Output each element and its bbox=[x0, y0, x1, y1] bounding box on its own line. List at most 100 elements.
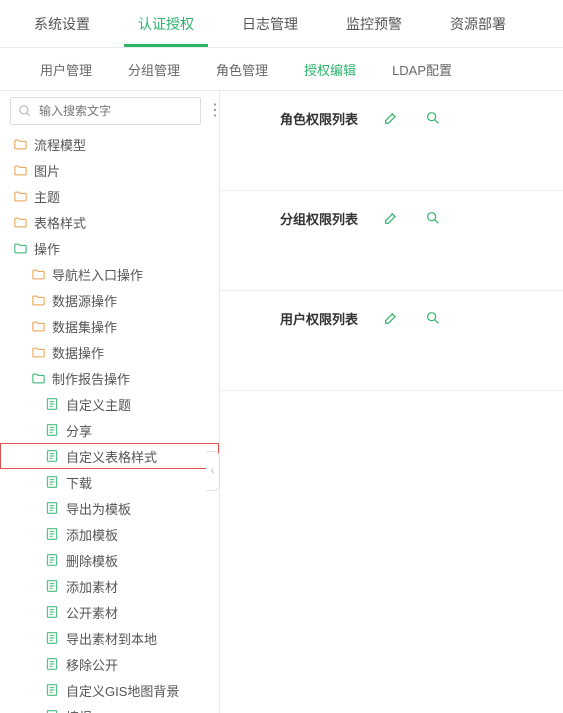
search-icon[interactable] bbox=[424, 209, 442, 227]
tree-folder[interactable]: 制作报告操作 bbox=[0, 365, 219, 391]
permission-block: 角色权限列表 bbox=[220, 91, 563, 191]
tree-item-label: 制作报告操作 bbox=[52, 369, 130, 388]
sub-tab-4[interactable]: LDAP配置 bbox=[392, 60, 452, 79]
tree-file[interactable]: 添加素材 bbox=[0, 573, 219, 599]
tree-item-label: 主题 bbox=[34, 187, 60, 206]
folder-closed-icon bbox=[12, 136, 28, 152]
edit-icon[interactable] bbox=[382, 209, 400, 227]
search-icon[interactable] bbox=[424, 309, 442, 327]
file-icon bbox=[44, 578, 60, 594]
search-box[interactable] bbox=[10, 97, 201, 125]
top-tab-0[interactable]: 系统设置 bbox=[20, 0, 104, 47]
tree-folder[interactable]: 操作 bbox=[0, 235, 219, 261]
tree-folder[interactable]: 数据操作 bbox=[0, 339, 219, 365]
more-icon[interactable]: ⋮ bbox=[207, 103, 223, 119]
tree-item-label: 填报 bbox=[66, 707, 92, 713]
tree-item-label: 图片 bbox=[34, 161, 60, 180]
tree-item-label: 数据集操作 bbox=[52, 317, 117, 336]
tree-item-label: 移除公开 bbox=[66, 655, 118, 674]
file-icon bbox=[44, 708, 60, 713]
folder-closed-icon bbox=[30, 292, 46, 308]
sub-tab-1[interactable]: 分组管理 bbox=[128, 60, 180, 79]
file-icon bbox=[44, 448, 60, 464]
file-icon bbox=[44, 396, 60, 412]
tree-folder[interactable]: 数据集操作 bbox=[0, 313, 219, 339]
tree-item-label: 导出素材到本地 bbox=[66, 629, 157, 648]
tree-folder[interactable]: 导航栏入口操作 bbox=[0, 261, 219, 287]
tree-folder[interactable]: 图片 bbox=[0, 157, 219, 183]
tree-item-label: 下载 bbox=[66, 473, 92, 492]
folder-closed-icon bbox=[12, 214, 28, 230]
sub-tab-0[interactable]: 用户管理 bbox=[40, 60, 92, 79]
tree-item-label: 导航栏入口操作 bbox=[52, 265, 143, 284]
tree-item-label: 公开素材 bbox=[66, 603, 118, 622]
tree-item-label: 自定义主题 bbox=[66, 395, 131, 414]
folder-closed-icon bbox=[12, 162, 28, 178]
tree-item-label: 流程模型 bbox=[34, 135, 86, 154]
tree-file[interactable]: 导出为模板 bbox=[0, 495, 219, 521]
file-icon bbox=[44, 422, 60, 438]
tree-item-label: 表格样式 bbox=[34, 213, 86, 232]
top-tab-4[interactable]: 资源部署 bbox=[436, 0, 520, 47]
permission-block: 用户权限列表 bbox=[220, 291, 563, 391]
edit-icon[interactable] bbox=[382, 309, 400, 327]
tree-item-label: 自定义GIS地图背景 bbox=[66, 681, 179, 700]
edit-icon[interactable] bbox=[382, 109, 400, 127]
tree-file[interactable]: 移除公开 bbox=[0, 651, 219, 677]
tree-file[interactable]: 自定义GIS地图背景 bbox=[0, 677, 219, 703]
top-tab-3[interactable]: 监控预警 bbox=[332, 0, 416, 47]
permission-title: 用户权限列表 bbox=[280, 309, 358, 328]
permission-title: 分组权限列表 bbox=[280, 209, 358, 228]
tree-file[interactable]: 分享 bbox=[0, 417, 219, 443]
sidebar: ⋮ 流程模型图片主题表格样式操作导航栏入口操作数据源操作数据集操作数据操作制作报… bbox=[0, 91, 220, 713]
content-panel: 角色权限列表分组权限列表用户权限列表 bbox=[220, 91, 563, 713]
tree-item-label: 数据操作 bbox=[52, 343, 104, 362]
file-icon bbox=[44, 552, 60, 568]
sub-tab-3[interactable]: 授权编辑 bbox=[304, 60, 356, 79]
tree-file[interactable]: 公开素材 bbox=[0, 599, 219, 625]
tree-folder[interactable]: 表格样式 bbox=[0, 209, 219, 235]
file-icon bbox=[44, 604, 60, 620]
tree-file[interactable]: 填报 bbox=[0, 703, 219, 713]
top-tabs: 系统设置认证授权日志管理监控预警资源部署 bbox=[0, 0, 563, 48]
tree-item-label: 添加素材 bbox=[66, 577, 118, 596]
file-icon bbox=[44, 526, 60, 542]
search-icon bbox=[17, 103, 33, 119]
tree-item-label: 数据源操作 bbox=[52, 291, 117, 310]
tree-file[interactable]: 自定义表格样式 bbox=[0, 443, 219, 469]
tree-file[interactable]: 下载 bbox=[0, 469, 219, 495]
tree-item-label: 删除模板 bbox=[66, 551, 118, 570]
file-icon bbox=[44, 500, 60, 516]
file-icon bbox=[44, 656, 60, 672]
search-input[interactable] bbox=[39, 104, 194, 118]
file-icon bbox=[44, 474, 60, 490]
folder-open-icon bbox=[30, 370, 46, 386]
tree-item-label: 操作 bbox=[34, 239, 60, 258]
tree-item-label: 分享 bbox=[66, 421, 92, 440]
tree-folder[interactable]: 主题 bbox=[0, 183, 219, 209]
top-tab-2[interactable]: 日志管理 bbox=[228, 0, 312, 47]
folder-closed-icon bbox=[30, 344, 46, 360]
tree-file[interactable]: 导出素材到本地 bbox=[0, 625, 219, 651]
tree-file[interactable]: 添加模板 bbox=[0, 521, 219, 547]
tree-folder[interactable]: 数据源操作 bbox=[0, 287, 219, 313]
permission-title: 角色权限列表 bbox=[280, 109, 358, 128]
tree-file[interactable]: 删除模板 bbox=[0, 547, 219, 573]
tree-item-label: 添加模板 bbox=[66, 525, 118, 544]
folder-closed-icon bbox=[30, 318, 46, 334]
top-tab-1[interactable]: 认证授权 bbox=[124, 0, 208, 47]
file-icon bbox=[44, 682, 60, 698]
sub-tab-2[interactable]: 角色管理 bbox=[216, 60, 268, 79]
folder-closed-icon bbox=[12, 188, 28, 204]
folder-open-icon bbox=[12, 240, 28, 256]
tree-item-label: 自定义表格样式 bbox=[66, 447, 157, 466]
folder-closed-icon bbox=[30, 266, 46, 282]
tree-item-label: 导出为模板 bbox=[66, 499, 131, 518]
sub-tabs: 用户管理 分组管理 角色管理 授权编辑 LDAP配置 bbox=[0, 48, 563, 90]
search-icon[interactable] bbox=[424, 109, 442, 127]
tree-folder[interactable]: 流程模型 bbox=[0, 131, 219, 157]
tree-file[interactable]: 自定义主题 bbox=[0, 391, 219, 417]
sidebar-collapse-handle[interactable]: ‹ bbox=[206, 451, 220, 491]
resource-tree: 流程模型图片主题表格样式操作导航栏入口操作数据源操作数据集操作数据操作制作报告操… bbox=[0, 131, 219, 713]
file-icon bbox=[44, 630, 60, 646]
